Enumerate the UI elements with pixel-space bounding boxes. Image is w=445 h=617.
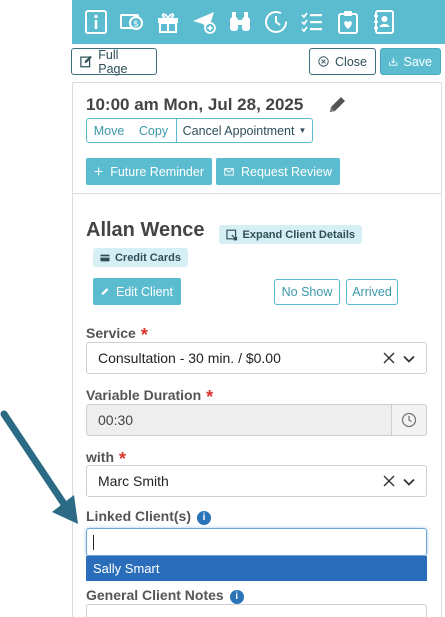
- edit-square-icon: [80, 55, 92, 68]
- svg-text:$: $: [133, 20, 139, 30]
- annotation-arrow-icon: [0, 410, 78, 524]
- info-icon[interactable]: i: [197, 510, 212, 525]
- expand-client-details-button[interactable]: Expand Client Details: [219, 225, 362, 244]
- close-label: Close: [335, 54, 367, 69]
- linked-clients-input[interactable]: [86, 528, 427, 556]
- edit-client-button[interactable]: Edit Client: [93, 278, 181, 305]
- panel-divider: [72, 193, 442, 194]
- request-review-label: Request Review: [240, 164, 332, 179]
- appointment-datetime: 10:00 am Mon, Jul 28, 2025: [86, 95, 304, 114]
- top-toolbar: $: [72, 0, 445, 44]
- linked-client-suggestion[interactable]: Sally Smart: [86, 556, 427, 581]
- linked-clients-label-text: Linked Client(s): [86, 508, 192, 524]
- gift-icon[interactable]: [150, 0, 186, 44]
- plus-icon: [94, 167, 103, 176]
- clipboard-icon[interactable]: [330, 0, 366, 44]
- envelope-icon: [224, 168, 234, 176]
- general-notes-label-text: General Client Notes: [86, 587, 224, 603]
- credit-card-icon: [100, 254, 110, 261]
- service-label-text: Service: [86, 325, 136, 341]
- clear-icon[interactable]: [382, 474, 396, 488]
- client-name: Allan Wence: [86, 219, 205, 241]
- pencil-small-icon: [101, 288, 109, 295]
- info-icon[interactable]: [78, 0, 114, 44]
- chevron-down-icon[interactable]: [403, 353, 415, 365]
- send-icon[interactable]: [186, 0, 222, 44]
- no-show-button[interactable]: No Show: [274, 279, 340, 305]
- info-icon[interactable]: i: [229, 589, 244, 604]
- future-reminder-button[interactable]: Future Reminder: [86, 158, 212, 185]
- linked-client-suggestion-label: Sally Smart: [93, 561, 160, 576]
- service-label: Service *: [86, 322, 148, 345]
- cancel-appointment-label: Cancel Appointment: [182, 123, 295, 138]
- close-button[interactable]: Close: [309, 48, 376, 75]
- save-button[interactable]: Save: [380, 48, 441, 75]
- future-reminder-label: Future Reminder: [110, 164, 204, 179]
- checklist-icon[interactable]: [294, 0, 330, 44]
- copy-button[interactable]: Copy: [131, 118, 177, 143]
- save-label: Save: [403, 54, 433, 69]
- service-select[interactable]: Consultation - 30 min. / $0.00: [86, 342, 427, 374]
- credit-cards-button[interactable]: Credit Cards: [93, 248, 188, 267]
- billing-icon[interactable]: $: [114, 0, 150, 44]
- copy-label: Copy: [138, 123, 169, 138]
- edit-client-label: Edit Client: [116, 284, 173, 299]
- linked-clients-label: Linked Client(s) i: [86, 508, 212, 526]
- general-notes-textarea[interactable]: [86, 604, 427, 617]
- expand-client-details-label: Expand Client Details: [242, 228, 355, 241]
- with-value: Marc Smith: [98, 473, 169, 489]
- credit-cards-label: Credit Cards: [114, 251, 181, 264]
- pencil-icon[interactable]: [327, 95, 347, 115]
- duration-value: 00:30: [98, 412, 134, 428]
- arrived-label: Arrived: [352, 285, 392, 299]
- expand-icon: [226, 229, 238, 240]
- full-page-label: Full Page: [98, 47, 128, 76]
- with-select[interactable]: Marc Smith: [86, 465, 427, 497]
- caret-down-icon: ▼: [298, 126, 307, 135]
- download-icon: [389, 57, 398, 66]
- chevron-down-icon[interactable]: [403, 476, 415, 488]
- cancel-appointment-dropdown[interactable]: Cancel Appointment ▼: [176, 118, 313, 143]
- text-caret: [93, 535, 94, 550]
- close-circle-icon: [318, 56, 329, 67]
- address-book-icon[interactable]: [366, 0, 402, 44]
- duration-input[interactable]: 00:30: [86, 404, 391, 436]
- clock-icon: [401, 412, 417, 428]
- variable-duration-label: Variable Duration *: [86, 384, 213, 407]
- no-show-label: No Show: [281, 285, 333, 299]
- service-value: Consultation - 30 min. / $0.00: [98, 350, 281, 366]
- variable-duration-label-text: Variable Duration: [86, 387, 202, 403]
- move-label: Move: [93, 123, 125, 138]
- request-review-button[interactable]: Request Review: [216, 158, 340, 185]
- duration-clock-button[interactable]: [391, 404, 427, 436]
- binoculars-icon[interactable]: [222, 0, 258, 44]
- general-notes-label: General Client Notes i: [86, 587, 244, 605]
- full-page-button[interactable]: Full Page: [71, 47, 157, 76]
- history-icon[interactable]: [258, 0, 294, 44]
- arrived-button[interactable]: Arrived: [346, 279, 398, 305]
- move-button[interactable]: Move: [86, 118, 132, 143]
- clear-icon[interactable]: [382, 351, 396, 365]
